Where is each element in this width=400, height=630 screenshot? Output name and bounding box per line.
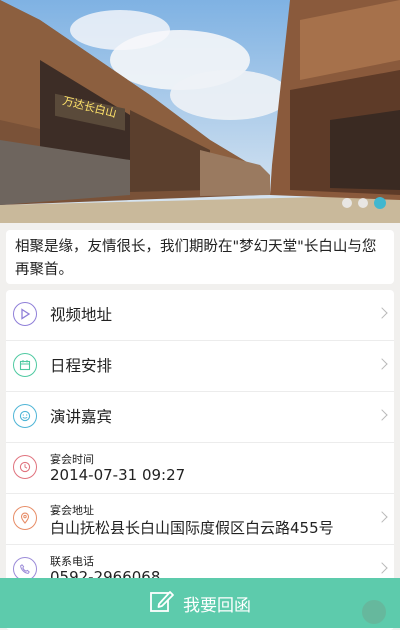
location-pin-icon <box>13 506 37 530</box>
hero-banner[interactable]: 万达长白山 <box>0 0 400 223</box>
floating-action-button[interactable] <box>362 600 386 624</box>
video-address-label: 视频地址 <box>50 306 113 324</box>
banquet-address-value: 白山抚松县长白山国际度假区白云路455号 <box>50 519 334 537</box>
contact-phone-label: 联系电话 <box>50 555 94 568</box>
carousel-dot-active[interactable] <box>374 197 386 209</box>
carousel-indicator[interactable] <box>342 197 386 209</box>
chevron-right-icon <box>376 409 388 421</box>
clock-icon <box>13 455 37 479</box>
calendar-icon <box>13 353 37 377</box>
hero-photo: 万达长白山 <box>0 0 400 223</box>
reply-button[interactable]: 我要回函 <box>0 578 400 628</box>
reply-button-label: 我要回函 <box>183 595 251 616</box>
play-icon <box>13 302 37 326</box>
chevron-right-icon <box>376 307 388 319</box>
chevron-right-icon <box>376 358 388 370</box>
schedule-label: 日程安排 <box>50 357 113 375</box>
banquet-time-item: 宴会时间 2014-07-31 09:27 <box>6 443 394 494</box>
speakers-label: 演讲嘉宾 <box>50 408 113 426</box>
video-address-item[interactable]: 视频地址 <box>6 290 394 341</box>
carousel-dot[interactable] <box>358 198 368 208</box>
speakers-item[interactable]: 演讲嘉宾 <box>6 392 394 443</box>
banquet-time-label: 宴会时间 <box>50 453 94 466</box>
banquet-time-value: 2014-07-31 09:27 <box>50 466 186 484</box>
carousel-dot[interactable] <box>342 198 352 208</box>
schedule-item[interactable]: 日程安排 <box>6 341 394 392</box>
intro-text: 相聚是缘，友情很长，我们期盼在"梦幻天堂"长白山与您再聚首。 <box>15 239 377 278</box>
banquet-address-item[interactable]: 宴会地址 白山抚松县长白山国际度假区白云路455号 <box>6 494 394 545</box>
chevron-right-icon <box>376 562 388 574</box>
banquet-address-label: 宴会地址 <box>50 504 94 517</box>
edit-icon <box>149 588 175 618</box>
smile-icon <box>13 404 37 428</box>
intro-card: 相聚是缘，友情很长，我们期盼在"梦幻天堂"长白山与您再聚首。 <box>6 230 394 284</box>
chevron-right-icon <box>376 511 388 523</box>
